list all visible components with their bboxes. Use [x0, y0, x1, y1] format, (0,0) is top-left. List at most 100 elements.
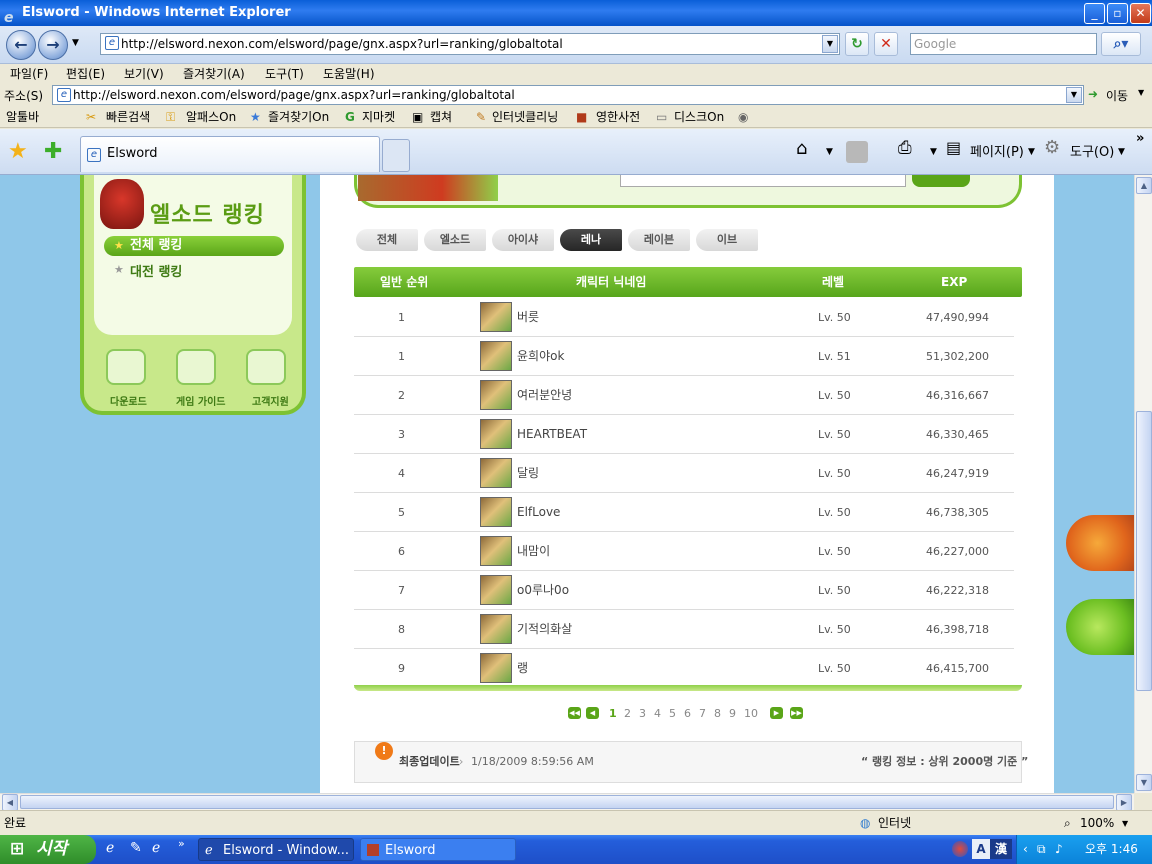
- link-quick-search[interactable]: 빠른검색: [106, 106, 150, 128]
- row-nickname[interactable]: 윤희야ok: [517, 337, 564, 376]
- link-disk-on[interactable]: 디스크On: [674, 106, 724, 128]
- new-tab-button[interactable]: [382, 139, 410, 172]
- menu-total-ranking[interactable]: ★ 전체 랭킹: [104, 236, 284, 256]
- link-capture[interactable]: 캡쳐: [430, 106, 452, 128]
- page-2[interactable]: 2: [624, 707, 631, 721]
- tools-dropdown-icon[interactable]: ▼: [1118, 147, 1125, 157]
- menu-help[interactable]: 도움말(H): [323, 64, 375, 84]
- tab-eve[interactable]: 이브: [696, 229, 758, 251]
- ime-hanja-icon[interactable]: 漢: [990, 839, 1012, 859]
- menu-pvp-ranking[interactable]: 대전 랭킹: [130, 261, 182, 280]
- page-4[interactable]: 4: [654, 707, 661, 721]
- row-nickname[interactable]: 내맘이: [517, 532, 550, 571]
- row-nickname[interactable]: ElfLove: [517, 493, 560, 532]
- home-icon[interactable]: ⌂: [796, 138, 807, 159]
- page-menu-button[interactable]: 페이지(P): [970, 141, 1024, 160]
- page-10[interactable]: 10: [744, 707, 758, 721]
- quicklaunch-ie-icon[interactable]: ℯ: [106, 840, 114, 856]
- next-page-icon[interactable]: ▶: [770, 707, 783, 719]
- link-internet-cleaning[interactable]: 인터넷클리닝: [492, 106, 558, 128]
- address-dropdown-icon[interactable]: ▼: [1066, 87, 1082, 103]
- url-field[interactable]: e http://elsword.nexon.com/elsword/page/…: [100, 33, 840, 55]
- download-link[interactable]: 다운로드: [110, 393, 147, 408]
- gamepad-icon[interactable]: [176, 349, 216, 385]
- zoom-dropdown-icon[interactable]: ▼: [1122, 811, 1128, 836]
- url-dropdown-icon[interactable]: ▼: [822, 35, 838, 53]
- hscroll-thumb[interactable]: [20, 795, 1114, 809]
- character-search-input[interactable]: [620, 175, 906, 187]
- rss-feed-icon[interactable]: [846, 141, 868, 163]
- ime-icon[interactable]: [952, 841, 968, 857]
- horizontal-scrollbar[interactable]: ◀ ▶: [0, 793, 1134, 811]
- tab-aisha[interactable]: 아이샤: [492, 229, 554, 251]
- zoom-level[interactable]: 100%: [1080, 811, 1114, 836]
- start-button[interactable]: ⊞ 시작: [0, 835, 96, 864]
- link-alpass[interactable]: 알패스On: [186, 106, 236, 128]
- home-dropdown-icon[interactable]: ▼: [826, 147, 833, 157]
- print-dropdown-icon[interactable]: ▼: [930, 147, 937, 157]
- event-badge-green[interactable]: [1066, 599, 1134, 655]
- search-icon[interactable]: ⌕▾: [1101, 32, 1141, 56]
- menu-favorites[interactable]: 즐겨찾기(A): [183, 64, 245, 84]
- go-button[interactable]: 이동: [1106, 87, 1128, 104]
- tab-raven[interactable]: 레이븐: [628, 229, 690, 251]
- address-field[interactable]: e http://elsword.nexon.com/elsword/page/…: [52, 85, 1084, 105]
- page-5[interactable]: 5: [669, 707, 676, 721]
- row-nickname[interactable]: o0루나0o: [517, 571, 569, 610]
- page-3[interactable]: 3: [639, 707, 646, 721]
- row-nickname[interactable]: 달링: [517, 454, 539, 493]
- page-6[interactable]: 6: [684, 707, 691, 721]
- quicklaunch-tool-icon[interactable]: ✎: [130, 840, 142, 856]
- page-1[interactable]: 1: [609, 707, 617, 721]
- maximize-button[interactable]: ▫: [1107, 3, 1128, 24]
- back-button[interactable]: ←: [6, 30, 36, 60]
- go-arrow-icon[interactable]: ➜: [1088, 87, 1098, 101]
- clock[interactable]: 오후 1:46: [1085, 835, 1138, 864]
- quicklaunch-browser-icon[interactable]: ℯ: [152, 840, 160, 856]
- vertical-scrollbar[interactable]: ▲ ▼: [1134, 175, 1152, 793]
- row-nickname[interactable]: 기적의화살: [517, 610, 572, 649]
- close-button[interactable]: ✕: [1130, 3, 1151, 24]
- menu-tools[interactable]: 도구(T): [265, 64, 304, 84]
- tab-elsword[interactable]: 엘소드: [424, 229, 486, 251]
- menu-edit[interactable]: 편집(E): [66, 64, 105, 84]
- taskbar-item-elsword[interactable]: Elsword: [360, 838, 516, 861]
- link-favorites-on[interactable]: 즐겨찾기On: [268, 106, 329, 128]
- row-nickname[interactable]: HEARTBEAT: [517, 415, 587, 454]
- tools-menu-button[interactable]: 도구(O): [1070, 141, 1114, 160]
- stop-button[interactable]: ✕: [874, 32, 898, 56]
- chevron-more-icon[interactable]: »: [1136, 131, 1144, 146]
- more-links-icon[interactable]: ◉: [738, 106, 748, 128]
- tab-all[interactable]: 전체: [356, 229, 418, 251]
- tray-expand-icon[interactable]: ‹: [1023, 835, 1028, 864]
- forward-button[interactable]: →: [38, 30, 68, 60]
- tab-elsword[interactable]: e Elsword: [80, 136, 380, 172]
- tray-speaker-icon[interactable]: ♪: [1055, 835, 1063, 864]
- refresh-button[interactable]: ↻: [845, 32, 869, 56]
- link-altoolbar[interactable]: 알툴바: [6, 106, 39, 128]
- taskbar-item-ie[interactable]: ℯ Elsword - Window...: [198, 838, 354, 861]
- favorites-center-icon[interactable]: ★: [8, 139, 28, 164]
- page-dropdown-icon[interactable]: ▼: [1028, 147, 1035, 157]
- ime-latin-icon[interactable]: A: [972, 839, 990, 859]
- quicklaunch-more-icon[interactable]: »: [178, 837, 185, 850]
- mouse-icon[interactable]: [246, 349, 286, 385]
- page-8[interactable]: 8: [714, 707, 721, 721]
- tab-rena[interactable]: 레나: [560, 229, 622, 251]
- character-search-button[interactable]: [912, 175, 970, 187]
- add-favorites-icon[interactable]: ✚: [44, 139, 62, 164]
- scroll-thumb[interactable]: [1136, 411, 1152, 691]
- scroll-down-icon[interactable]: ▼: [1136, 774, 1152, 791]
- link-dictionary[interactable]: 영한사전: [596, 106, 640, 128]
- last-page-icon[interactable]: ▶▶: [790, 707, 803, 719]
- page-9[interactable]: 9: [729, 707, 736, 721]
- prev-page-icon[interactable]: ◀: [586, 707, 599, 719]
- tray-network-icon[interactable]: ⧉: [1037, 835, 1046, 864]
- row-nickname[interactable]: 랭: [517, 649, 528, 688]
- print-icon[interactable]: ⎙: [898, 138, 912, 158]
- menu-view[interactable]: 보기(V): [124, 64, 164, 84]
- history-dropdown-icon[interactable]: ▼: [72, 38, 79, 48]
- scroll-right-icon[interactable]: ▶: [1116, 794, 1132, 811]
- first-page-icon[interactable]: ◀◀: [568, 707, 581, 719]
- go-dropdown-icon[interactable]: ▼: [1138, 88, 1144, 97]
